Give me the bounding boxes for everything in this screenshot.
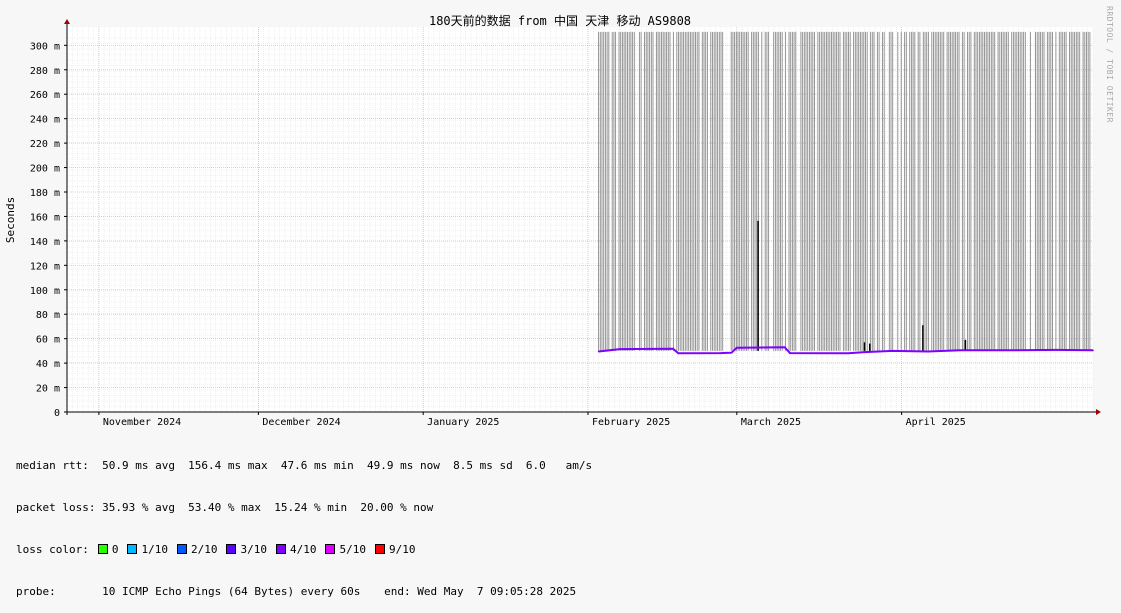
x-tick-label: February 2025 [592, 417, 670, 428]
y-tick-label: 280 m [30, 66, 60, 77]
y-tick-label: 20 m [36, 384, 60, 395]
x-axis-arrow [1096, 409, 1101, 415]
probe-row: probe: 10 ICMP Echo Pings (64 Bytes) eve… [16, 585, 592, 599]
loss-color-legend: loss color: 0 1/10 2/10 3/10 4/10 5/10 9/10 [16, 543, 592, 557]
chart-title: 180天前的数据 from 中国 天津 移动 AS9808 [429, 13, 691, 28]
y-tick-label: 180 m [30, 188, 60, 199]
loss-color-swatch [97, 544, 108, 554]
x-tick-label: January 2025 [427, 417, 499, 428]
y-tick-label: 160 m [30, 212, 60, 223]
loss-color-swatch [127, 544, 138, 554]
loss-color-label-item: 4/10 [289, 543, 317, 556]
y-axis-arrow [64, 19, 70, 24]
y-tick-label: 220 m [30, 139, 60, 150]
loss-color-swatch [275, 544, 286, 554]
packet-loss-stats: packet loss: 35.93 % avg 53.40 % max 15.… [16, 501, 434, 514]
loss-color-swatch [325, 544, 336, 554]
x-tick-label: April 2025 [906, 417, 966, 428]
y-tick-label: 300 m [30, 41, 60, 52]
end-time: end: Wed May 7 09:05:28 2025 [384, 585, 577, 598]
y-tick-labels: 0 20 m 40 m 60 m 80 m 100 m 120 m 140 m 160 m 180… [30, 41, 67, 419]
x-tick-label: December 2024 [262, 417, 340, 428]
y-tick-label: 200 m [30, 164, 60, 175]
y-tick-label: 0 [54, 408, 60, 419]
loss-color-swatch [374, 544, 385, 554]
y-tick-label: 120 m [30, 261, 60, 272]
y-tick-label: 260 m [30, 90, 60, 101]
loss-color-label-item: 9/10 [388, 543, 416, 556]
stats-panel: median rtt: 50.9 ms avg 156.4 ms max 47.… [16, 431, 592, 613]
watermark: RRDTOOL / TOBI OETIKER [1105, 6, 1114, 123]
y-tick-label: 40 m [36, 359, 60, 370]
x-tick-labels: November 2024 December 2024 January 2025 Fe… [98, 412, 966, 428]
y-tick-label: 100 m [30, 286, 60, 297]
loss-color-label: loss color: [16, 543, 89, 556]
probe-info: probe: 10 ICMP Echo Pings (64 Bytes) eve… [16, 585, 361, 598]
latency-chart: 0 20 m 40 m 60 m 80 m 100 m 120 m 140 m 160 m 180… [4, 13, 1101, 428]
y-tick-label: 240 m [30, 115, 60, 126]
loss-color-label-item: 5/10 [339, 543, 366, 556]
x-tick-label: November 2024 [103, 417, 181, 428]
loss-color-label-item: 3/10 [240, 543, 267, 556]
y-tick-label: 60 m [36, 335, 60, 346]
loss-color-label-item: 2/10 [190, 543, 218, 556]
y-axis-label: Seconds [4, 197, 17, 243]
y-tick-label: 80 m [36, 310, 60, 321]
x-tick-label: March 2025 [741, 417, 801, 428]
y-tick-label: 140 m [30, 237, 60, 248]
loss-color-label-item: 1/10 [141, 543, 168, 556]
loss-color-swatch [226, 544, 237, 554]
loss-color-label-item: 0 [111, 543, 119, 556]
median-rtt-stats: median rtt: 50.9 ms avg 156.4 ms max 47.… [16, 459, 593, 472]
loss-color-swatch [176, 544, 187, 554]
